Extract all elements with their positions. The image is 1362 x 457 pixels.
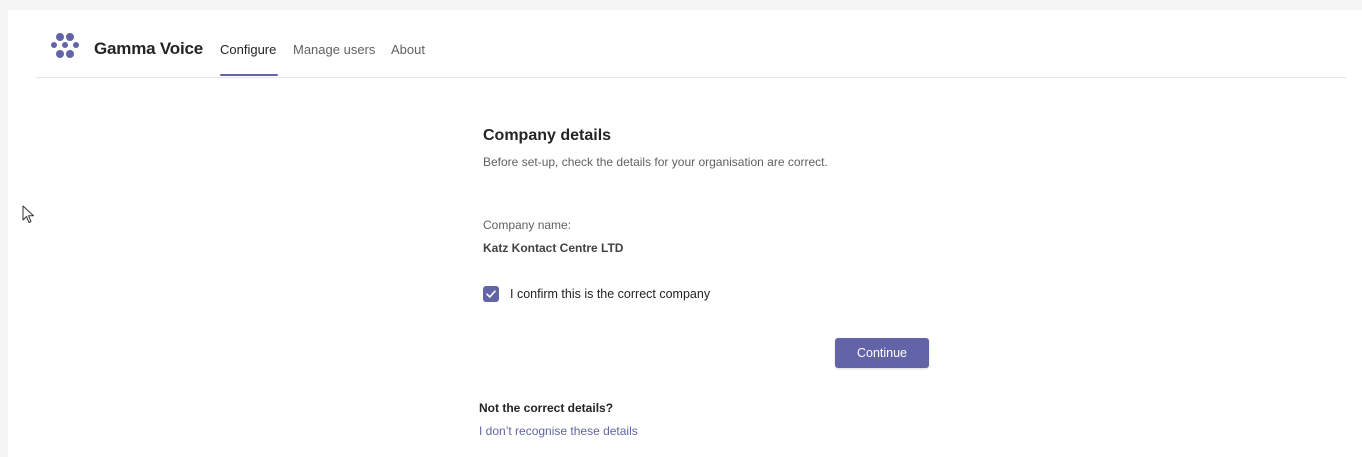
page-title: Company details xyxy=(483,127,612,144)
not-correct-details-heading: Not the correct details? xyxy=(479,401,614,415)
gamma-logo-icon xyxy=(51,33,79,58)
app-panel: Gamma Voice Configure Manage users About… xyxy=(8,10,1362,457)
confirm-company-checkbox[interactable] xyxy=(483,286,499,302)
app-title: Gamma Voice xyxy=(94,39,203,58)
active-tab-indicator xyxy=(220,74,278,76)
company-name-value: Katz Kontact Centre LTD xyxy=(483,241,624,255)
dont-recognise-details-link[interactable]: I don’t recognise these details xyxy=(479,424,638,438)
tab-configure[interactable]: Configure xyxy=(220,42,276,57)
page-subtitle: Before set-up, check the details for you… xyxy=(483,155,828,169)
checkmark-icon xyxy=(486,290,496,298)
tab-manage-users[interactable]: Manage users xyxy=(293,42,375,57)
confirm-company-label[interactable]: I confirm this is the correct company xyxy=(510,287,710,301)
company-name-label: Company name: xyxy=(483,218,572,232)
continue-button[interactable]: Continue xyxy=(835,338,929,368)
mouse-pointer-icon xyxy=(22,205,34,223)
app-header: Gamma Voice Configure Manage users About xyxy=(36,10,1346,78)
tab-about[interactable]: About xyxy=(391,42,425,57)
